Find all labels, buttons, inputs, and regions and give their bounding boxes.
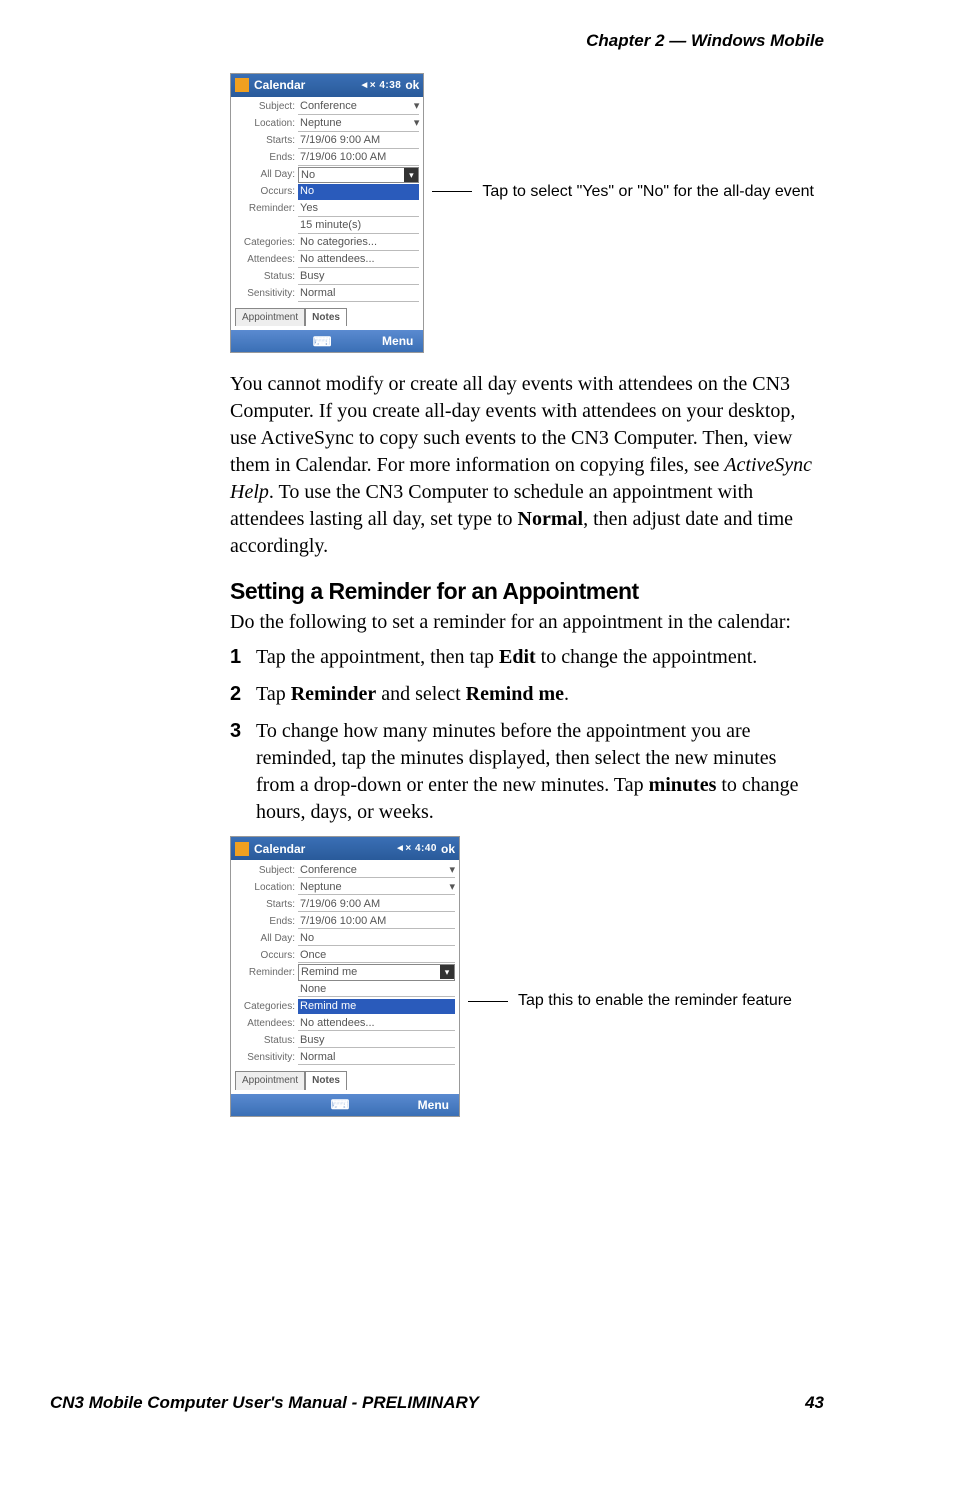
menu-softkey[interactable]: Menu (332, 333, 423, 349)
bold-normal: Normal (518, 508, 584, 530)
step-1-number: 1 (230, 644, 256, 671)
attendees-field[interactable]: No attendees... (298, 1016, 455, 1032)
step-3-number: 3 (230, 718, 256, 826)
starts-field[interactable]: 7/19/06 9:00 AM (298, 133, 419, 149)
allday-field[interactable]: No (298, 931, 455, 947)
step-2-body: Tap Reminder and select Remind me. (256, 681, 814, 708)
page-number: 43 (805, 1392, 824, 1415)
step-2-number: 2 (230, 681, 256, 708)
ss2-body: Subject:Conference▾ Location:Neptune▾ St… (231, 860, 459, 1094)
subject-field[interactable]: Conference▾ (298, 863, 455, 879)
ss1-titlebar: Calendar ◄× 4:38 ok (231, 74, 423, 97)
reminder-field[interactable]: 15 minute(s) (298, 218, 419, 234)
screenshot-2: Calendar ◄× 4:40 ok Subject:Conference▾ … (230, 836, 460, 1117)
windows-flag-icon (235, 842, 249, 856)
reminder-option-remind-me[interactable]: Remind me (298, 999, 455, 1015)
page-header: Chapter 2 — Windows Mobile (50, 30, 824, 53)
sensitivity-field[interactable]: Normal (298, 286, 419, 302)
figure-2: Calendar ◄× 4:40 ok Subject:Conference▾ … (230, 836, 814, 1117)
ss2-softkeys: ⌨ Menu (231, 1094, 459, 1116)
dropdown-icon[interactable]: ▾ (440, 965, 454, 979)
content-column: Calendar ◄× 4:38 ok Subject:Conference▾ … (230, 73, 814, 1117)
reminder-field[interactable]: Remind me▾ (298, 964, 455, 981)
chevron-down-icon[interactable]: ▾ (414, 99, 420, 114)
callout-line (468, 1001, 508, 1002)
ss2-tabs: Appointment Notes (235, 1071, 455, 1090)
reminder-option-none[interactable]: None (298, 982, 455, 998)
chevron-down-icon[interactable]: ▾ (414, 116, 420, 131)
ss2-titlebar: Calendar ◄× 4:40 ok (231, 837, 459, 860)
ss2-status: ◄× 4:40 (395, 842, 437, 856)
ok-button[interactable]: ok (441, 841, 455, 857)
subject-field[interactable]: Conference▾ (298, 99, 419, 115)
ss1-status: ◄× 4:38 (359, 79, 401, 93)
sensitivity-field[interactable]: Normal (298, 1050, 455, 1066)
figure-1: Calendar ◄× 4:38 ok Subject:Conference▾ … (230, 73, 814, 354)
location-field[interactable]: Neptune▾ (298, 116, 419, 132)
step-1-body: Tap the appointment, then tap Edit to ch… (256, 644, 814, 671)
step-3: 3 To change how many minutes before the … (230, 718, 814, 826)
tab-notes[interactable]: Notes (305, 1071, 347, 1090)
status-field[interactable]: Busy (298, 1033, 455, 1049)
tab-appointment[interactable]: Appointment (235, 308, 305, 327)
tab-notes[interactable]: Notes (305, 308, 347, 327)
fig1-callout: Tap to select "Yes" or "No" for the all-… (432, 181, 814, 203)
keyboard-icon[interactable]: ⌨ (312, 333, 332, 351)
ok-button[interactable]: ok (405, 77, 419, 93)
tab-appointment[interactable]: Appointment (235, 1071, 305, 1090)
screenshot-1: Calendar ◄× 4:38 ok Subject:Conference▾ … (230, 73, 424, 354)
menu-softkey[interactable]: Menu (350, 1097, 459, 1113)
ss2-title: Calendar (254, 841, 395, 857)
fig1-callout-text: Tap to select "Yes" or "No" for the all-… (482, 181, 814, 203)
ends-field[interactable]: 7/19/06 10:00 AM (298, 914, 455, 930)
ss1-body: Subject:Conference▾ Location:Neptune▾ St… (231, 97, 423, 331)
keyboard-icon[interactable]: ⌨ (330, 1096, 350, 1114)
ss1-title: Calendar (254, 77, 359, 93)
fig2-callout-text: Tap this to enable the reminder feature (518, 990, 792, 1012)
fig2-callout: Tap this to enable the reminder feature (468, 990, 792, 1012)
occurs-field[interactable]: Once (298, 948, 455, 964)
windows-flag-icon (235, 78, 249, 92)
status-field[interactable]: Busy (298, 269, 419, 285)
chevron-down-icon[interactable]: ▾ (449, 863, 455, 878)
heading-setting-reminder: Setting a Reminder for an Appointment (230, 576, 814, 607)
callout-line (432, 191, 472, 192)
ss1-tabs: Appointment Notes (235, 308, 419, 327)
starts-field[interactable]: 7/19/06 9:00 AM (298, 897, 455, 913)
attendees-field[interactable]: No attendees... (298, 252, 419, 268)
location-field[interactable]: Neptune▾ (298, 880, 455, 896)
step-2: 2 Tap Reminder and select Remind me. (230, 681, 814, 708)
paragraph-2: Do the following to set a reminder for a… (230, 609, 814, 636)
ends-field[interactable]: 7/19/06 10:00 AM (298, 150, 419, 166)
page-footer: CN3 Mobile Computer User's Manual - PREL… (50, 1392, 824, 1415)
footer-title: CN3 Mobile Computer User's Manual - PREL… (50, 1392, 479, 1415)
allday-option-yes[interactable]: Yes (298, 201, 419, 217)
allday-field[interactable]: No▾ (298, 167, 419, 184)
chevron-down-icon[interactable]: ▾ (449, 880, 455, 895)
step-1: 1 Tap the appointment, then tap Edit to … (230, 644, 814, 671)
ss1-softkeys: ⌨ Menu (231, 330, 423, 352)
allday-option-no[interactable]: No (298, 184, 419, 200)
step-3-body: To change how many minutes before the ap… (256, 718, 814, 826)
dropdown-icon[interactable]: ▾ (404, 168, 418, 182)
categories-field[interactable]: No categories... (298, 235, 419, 251)
chapter-title: Chapter 2 — Windows Mobile (586, 31, 824, 50)
paragraph-1: You cannot modify or create all day even… (230, 371, 814, 560)
